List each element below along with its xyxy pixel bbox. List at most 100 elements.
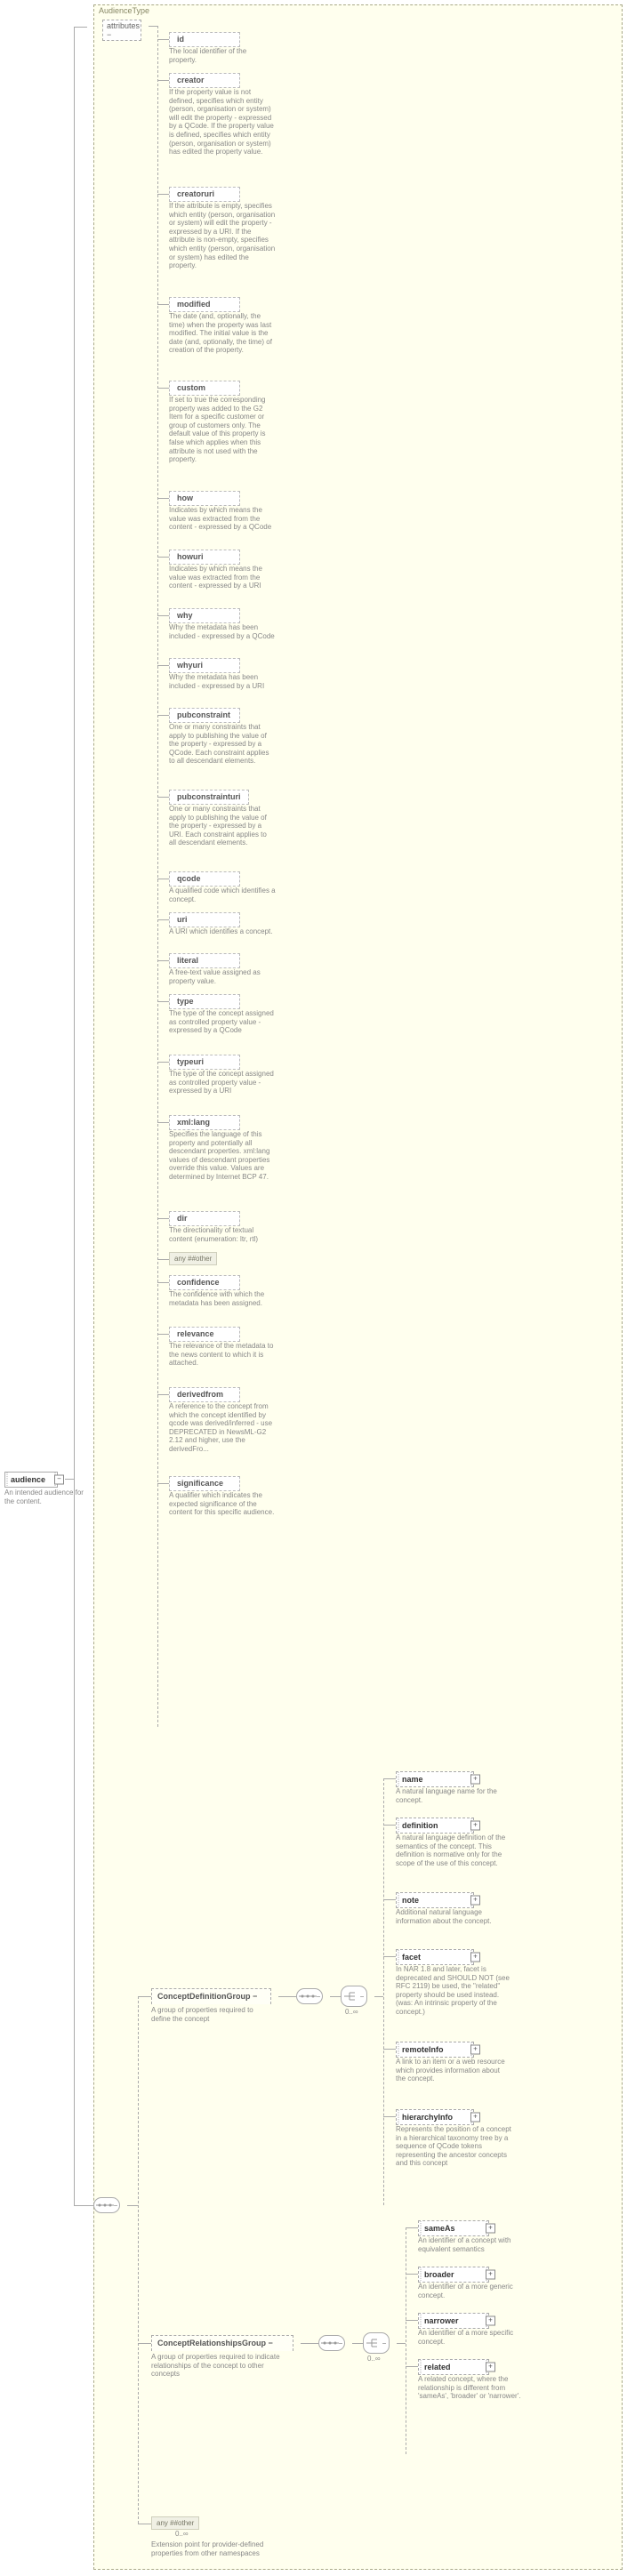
connector bbox=[157, 715, 169, 716]
plus-icon[interactable]: + bbox=[470, 1775, 480, 1785]
element-sameas[interactable]: sameAs+ bbox=[418, 2220, 489, 2236]
element-remoteinfo-desc: A link to an item or a web resource whic… bbox=[396, 2058, 511, 2083]
connector bbox=[157, 615, 169, 616]
connector bbox=[157, 80, 169, 81]
element-any-other[interactable]: any ##other bbox=[151, 2516, 199, 2530]
attr-whyuri-desc: Why the metadata has been included - exp… bbox=[169, 673, 276, 690]
element-narrower[interactable]: narrower+ bbox=[418, 2313, 489, 2329]
attr-qcode[interactable]: qcode bbox=[169, 871, 240, 887]
attr-pubconstrainturi-desc: One or many constraints that apply to pu… bbox=[169, 805, 276, 847]
attr-modified-desc: The date (and, optionally, the time) whe… bbox=[169, 312, 276, 355]
plus-icon[interactable]: + bbox=[486, 2224, 495, 2234]
attr-type[interactable]: type bbox=[169, 994, 240, 1009]
plus-icon[interactable]: + bbox=[470, 1821, 480, 1831]
plus-icon[interactable]: + bbox=[486, 2316, 495, 2326]
connector bbox=[157, 1483, 169, 1484]
connector bbox=[157, 797, 169, 798]
attr-whyuri[interactable]: whyuri bbox=[169, 658, 240, 673]
attr-pubconstraint[interactable]: pubconstraint bbox=[169, 708, 240, 723]
connector bbox=[383, 1778, 396, 1779]
attr-derivedfrom-desc: A reference to the concept from which th… bbox=[169, 1402, 276, 1454]
element-definition[interactable]: definition+ bbox=[396, 1818, 474, 1834]
minus-icon[interactable]: − bbox=[269, 2339, 273, 2347]
attr-creator[interactable]: creator bbox=[169, 73, 240, 88]
occurrence: 0..∞ bbox=[175, 2530, 189, 2538]
attr-xmllang[interactable]: xml:lang bbox=[169, 1115, 240, 1130]
connector bbox=[397, 2343, 406, 2344]
minus-icon[interactable]: − bbox=[317, 1993, 321, 2001]
element-hierarchyinfo[interactable]: hierarchyInfo+ bbox=[396, 2109, 474, 2125]
connector bbox=[157, 1282, 169, 1283]
attr-confidence-desc: The confidence with which the metadata h… bbox=[169, 1290, 276, 1307]
attr-pubconstrainturi[interactable]: pubconstrainturi bbox=[169, 790, 249, 805]
connector bbox=[383, 1825, 396, 1826]
connector bbox=[157, 194, 169, 195]
connector bbox=[301, 2343, 318, 2344]
element-facet-desc: In NAR 1.8 and later, facet is deprecate… bbox=[396, 1965, 511, 2017]
element-broader[interactable]: broader+ bbox=[418, 2267, 489, 2283]
connector bbox=[138, 2343, 151, 2344]
connector bbox=[383, 2116, 396, 2117]
connector bbox=[157, 304, 169, 305]
plus-icon[interactable]: + bbox=[486, 2270, 495, 2280]
attr-dir[interactable]: dir bbox=[169, 1211, 240, 1226]
attr-why[interactable]: why bbox=[169, 608, 240, 623]
connector bbox=[406, 2227, 407, 2454]
element-note[interactable]: note+ bbox=[396, 1892, 474, 1908]
attr-howuri[interactable]: howuri bbox=[169, 550, 240, 565]
minus-icon[interactable]: − bbox=[382, 2339, 387, 2347]
occurrence: 0..∞ bbox=[367, 2355, 381, 2363]
plus-icon[interactable]: + bbox=[486, 2363, 495, 2372]
element-audience[interactable]: audience − bbox=[4, 1472, 58, 1488]
attr-how-desc: Indicates by which means the value was e… bbox=[169, 506, 276, 532]
attr-confidence[interactable]: confidence bbox=[169, 1275, 240, 1290]
minus-icon[interactable]: − bbox=[339, 2339, 343, 2347]
attr-why-desc: Why the metadata has been included - exp… bbox=[169, 623, 276, 640]
minus-icon[interactable]: − bbox=[360, 1993, 365, 2001]
element-name[interactable]: name+ bbox=[396, 1771, 474, 1787]
minus-icon[interactable]: − bbox=[114, 2202, 118, 2210]
attr-xmllang-desc: Specifies the language of this property … bbox=[169, 1130, 276, 1182]
connector bbox=[74, 27, 87, 28]
minus-icon[interactable]: − bbox=[54, 1475, 64, 1485]
connector bbox=[157, 388, 169, 389]
attr-modified[interactable]: modified bbox=[169, 297, 240, 312]
connector bbox=[127, 2205, 138, 2206]
attr-significance[interactable]: significance bbox=[169, 1476, 240, 1491]
minus-icon[interactable]: − bbox=[253, 1992, 257, 2001]
element-related[interactable]: related+ bbox=[418, 2359, 489, 2375]
element-facet[interactable]: facet+ bbox=[396, 1949, 474, 1965]
plus-icon[interactable]: + bbox=[470, 2045, 480, 2055]
attr-creatoruri[interactable]: creatoruri bbox=[169, 187, 240, 202]
group-conceptdefinition[interactable]: ConceptDefinitionGroup − bbox=[151, 1988, 271, 2004]
plus-icon[interactable]: + bbox=[470, 1953, 480, 1962]
attr-relevance-desc: The relevance of the metadata to the new… bbox=[169, 1342, 276, 1368]
attr-typeuri[interactable]: typeuri bbox=[169, 1055, 240, 1070]
attr-relevance[interactable]: relevance bbox=[169, 1327, 240, 1342]
attr-typeuri-desc: The type of the concept assigned as cont… bbox=[169, 1070, 276, 1095]
plus-icon[interactable]: + bbox=[470, 2113, 480, 2123]
attr-derivedfrom[interactable]: derivedfrom bbox=[169, 1387, 240, 1402]
attr-id[interactable]: id bbox=[169, 32, 240, 47]
choice-compositor[interactable]: − bbox=[363, 2332, 390, 2354]
connector bbox=[383, 1899, 396, 1900]
element-name-desc: A natural language name for the concept. bbox=[396, 1787, 502, 1804]
attributes-tab[interactable]: attributes − bbox=[102, 20, 141, 41]
attr-custom[interactable]: custom bbox=[169, 381, 240, 396]
sequence-compositor[interactable]: − bbox=[296, 1988, 323, 2004]
minus-icon[interactable]: − bbox=[107, 30, 111, 39]
connector bbox=[157, 665, 169, 666]
plus-icon[interactable]: + bbox=[470, 1896, 480, 1906]
connector bbox=[352, 2343, 363, 2344]
sequence-compositor[interactable]: − bbox=[93, 2197, 120, 2213]
choice-compositor[interactable]: − bbox=[341, 1986, 367, 2007]
group-conceptrelationships[interactable]: ConceptRelationshipsGroup − bbox=[151, 2335, 293, 2351]
sequence-compositor[interactable]: − bbox=[318, 2335, 345, 2351]
attr-literal[interactable]: literal bbox=[169, 953, 240, 968]
connector bbox=[149, 26, 157, 27]
attr-id-desc: The local identifier of the property. bbox=[169, 47, 276, 64]
attr-any-other[interactable]: any ##other bbox=[169, 1252, 217, 1265]
element-remoteinfo[interactable]: remoteInfo+ bbox=[396, 2042, 474, 2058]
attr-uri[interactable]: uri bbox=[169, 912, 240, 927]
attr-how[interactable]: how bbox=[169, 491, 240, 506]
